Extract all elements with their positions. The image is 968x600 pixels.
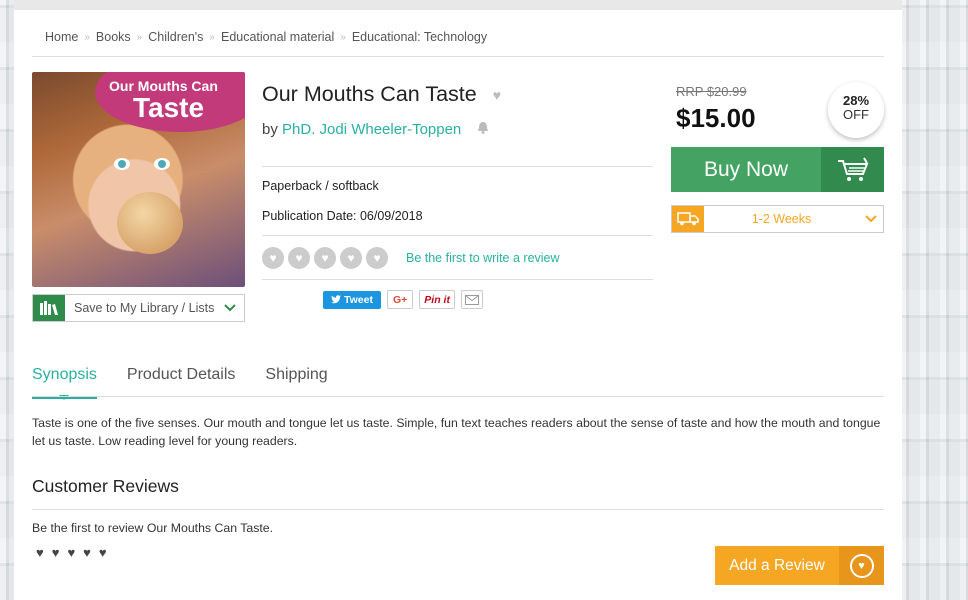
discount-badge: 28% OFF bbox=[828, 82, 884, 138]
cart-icon bbox=[821, 147, 884, 192]
breadcrumb-separator: » bbox=[84, 31, 90, 43]
product-format: Paperback / softback bbox=[262, 179, 379, 193]
rating-heart-icon[interactable]: ♥ bbox=[262, 247, 284, 269]
envelope-icon bbox=[464, 294, 479, 305]
cover-eye bbox=[114, 158, 130, 170]
buy-now-label: Buy Now bbox=[703, 157, 789, 181]
breadcrumb-childrens[interactable]: Children's bbox=[148, 30, 203, 44]
write-review-link[interactable]: Be the first to write a review bbox=[406, 251, 560, 265]
rating-stars: ♥ ♥ ♥ ♥ ♥ Be the first to write a review bbox=[262, 247, 560, 269]
discount-label: OFF bbox=[843, 106, 869, 122]
publication-date: Publication Date: 06/09/2018 bbox=[262, 209, 423, 223]
cover-eyes bbox=[114, 158, 174, 170]
breadcrumb-separator: » bbox=[136, 31, 143, 43]
cover-apple bbox=[117, 192, 183, 254]
chevron-down-icon bbox=[859, 212, 883, 226]
add-review-heart-icon: ♥ bbox=[839, 546, 884, 585]
product-title: Our Mouths Can Taste bbox=[262, 82, 477, 106]
pinit-label: Pin it bbox=[424, 293, 450, 306]
chevron-down-icon bbox=[224, 301, 236, 315]
breadcrumb-separator: » bbox=[340, 31, 346, 43]
divider bbox=[32, 509, 884, 510]
breadcrumb-educational-technology[interactable]: Educational: Technology bbox=[352, 30, 487, 44]
rating-heart-icon[interactable]: ♥ bbox=[340, 247, 362, 269]
customer-reviews-heading: Customer Reviews bbox=[32, 476, 179, 496]
breadcrumb-books[interactable]: Books bbox=[96, 30, 131, 44]
email-share-button[interactable] bbox=[460, 290, 483, 309]
divider bbox=[262, 279, 653, 280]
tab-shipping[interactable]: Shipping bbox=[265, 366, 327, 399]
shipping-time-label: 1-2 Weeks bbox=[751, 212, 812, 226]
author-link[interactable]: PhD. Jodi Wheeler-Toppen bbox=[282, 121, 461, 138]
add-review-label: Add a Review bbox=[729, 556, 825, 574]
product-tabs: Synopsis Product Details Shipping bbox=[32, 366, 328, 400]
product-title-row: Our Mouths Can Taste ♥ bbox=[262, 82, 501, 107]
divider bbox=[32, 56, 884, 57]
breadcrumb-home[interactable]: Home bbox=[45, 30, 78, 44]
shipping-time-dropdown[interactable]: 1-2 Weeks bbox=[671, 205, 884, 233]
heart-icon: ♥ bbox=[98, 545, 107, 560]
discount-percent: 28% bbox=[842, 93, 870, 108]
cover-title-line2: Taste bbox=[133, 92, 205, 123]
heart-icon: ♥ bbox=[51, 545, 60, 560]
review-rating-hearts: ♥ ♥ ♥ ♥ ♥ bbox=[36, 545, 107, 560]
tweet-label: Tweet bbox=[344, 293, 373, 306]
wishlist-heart-icon[interactable]: ♥ bbox=[493, 87, 501, 103]
save-to-library-label: Save to My Library / Lists bbox=[74, 301, 215, 315]
add-review-button[interactable]: Add a Review ♥ bbox=[715, 546, 884, 585]
divider bbox=[262, 166, 653, 167]
rating-heart-icon[interactable]: ♥ bbox=[314, 247, 336, 269]
share-buttons: Tweet G+ Pin it bbox=[323, 290, 483, 309]
buy-now-button[interactable]: Buy Now bbox=[671, 147, 884, 192]
rating-heart-icon[interactable]: ♥ bbox=[366, 247, 388, 269]
save-to-library-dropdown[interactable]: Save to My Library / Lists bbox=[32, 294, 245, 322]
google-plus-label: G+ bbox=[392, 293, 408, 306]
no-reviews-text: Be the first to review Our Mouths Can Ta… bbox=[32, 521, 274, 535]
rating-heart-icon[interactable]: ♥ bbox=[288, 247, 310, 269]
cover-eye bbox=[154, 158, 170, 170]
breadcrumb: Home » Books » Children's » Educational … bbox=[45, 30, 487, 44]
pinterest-button[interactable]: Pin it bbox=[419, 290, 455, 309]
heart-icon: ♥ bbox=[67, 545, 76, 560]
breadcrumb-separator: » bbox=[209, 31, 215, 43]
sale-price: $15.00 bbox=[676, 103, 756, 133]
breadcrumb-educational-material[interactable]: Educational material bbox=[221, 30, 334, 44]
twitter-bird-icon bbox=[331, 295, 341, 304]
tweet-button[interactable]: Tweet bbox=[323, 290, 381, 309]
heart-icon: ♥ bbox=[36, 545, 44, 560]
tab-product-details[interactable]: Product Details bbox=[127, 366, 236, 399]
synopsis-text: Taste is one of the five senses. Our mou… bbox=[32, 416, 881, 448]
rrp-price: RRP $20.99 bbox=[676, 84, 747, 99]
divider bbox=[262, 235, 653, 236]
truck-icon bbox=[672, 206, 704, 232]
book-cover-image[interactable]: Our Mouths Can Taste bbox=[32, 72, 245, 287]
library-icon bbox=[33, 295, 65, 321]
heart-icon: ♥ bbox=[83, 545, 91, 560]
tab-synopsis[interactable]: Synopsis bbox=[32, 366, 97, 400]
divider bbox=[32, 396, 884, 397]
product-panel: Home » Books » Children's » Educational … bbox=[14, 0, 902, 600]
byline: by PhD. Jodi Wheeler-Toppen bbox=[262, 121, 489, 138]
by-prefix: by bbox=[262, 121, 278, 138]
author-alert-bell-icon[interactable] bbox=[477, 122, 489, 137]
google-plus-button[interactable]: G+ bbox=[386, 290, 414, 309]
